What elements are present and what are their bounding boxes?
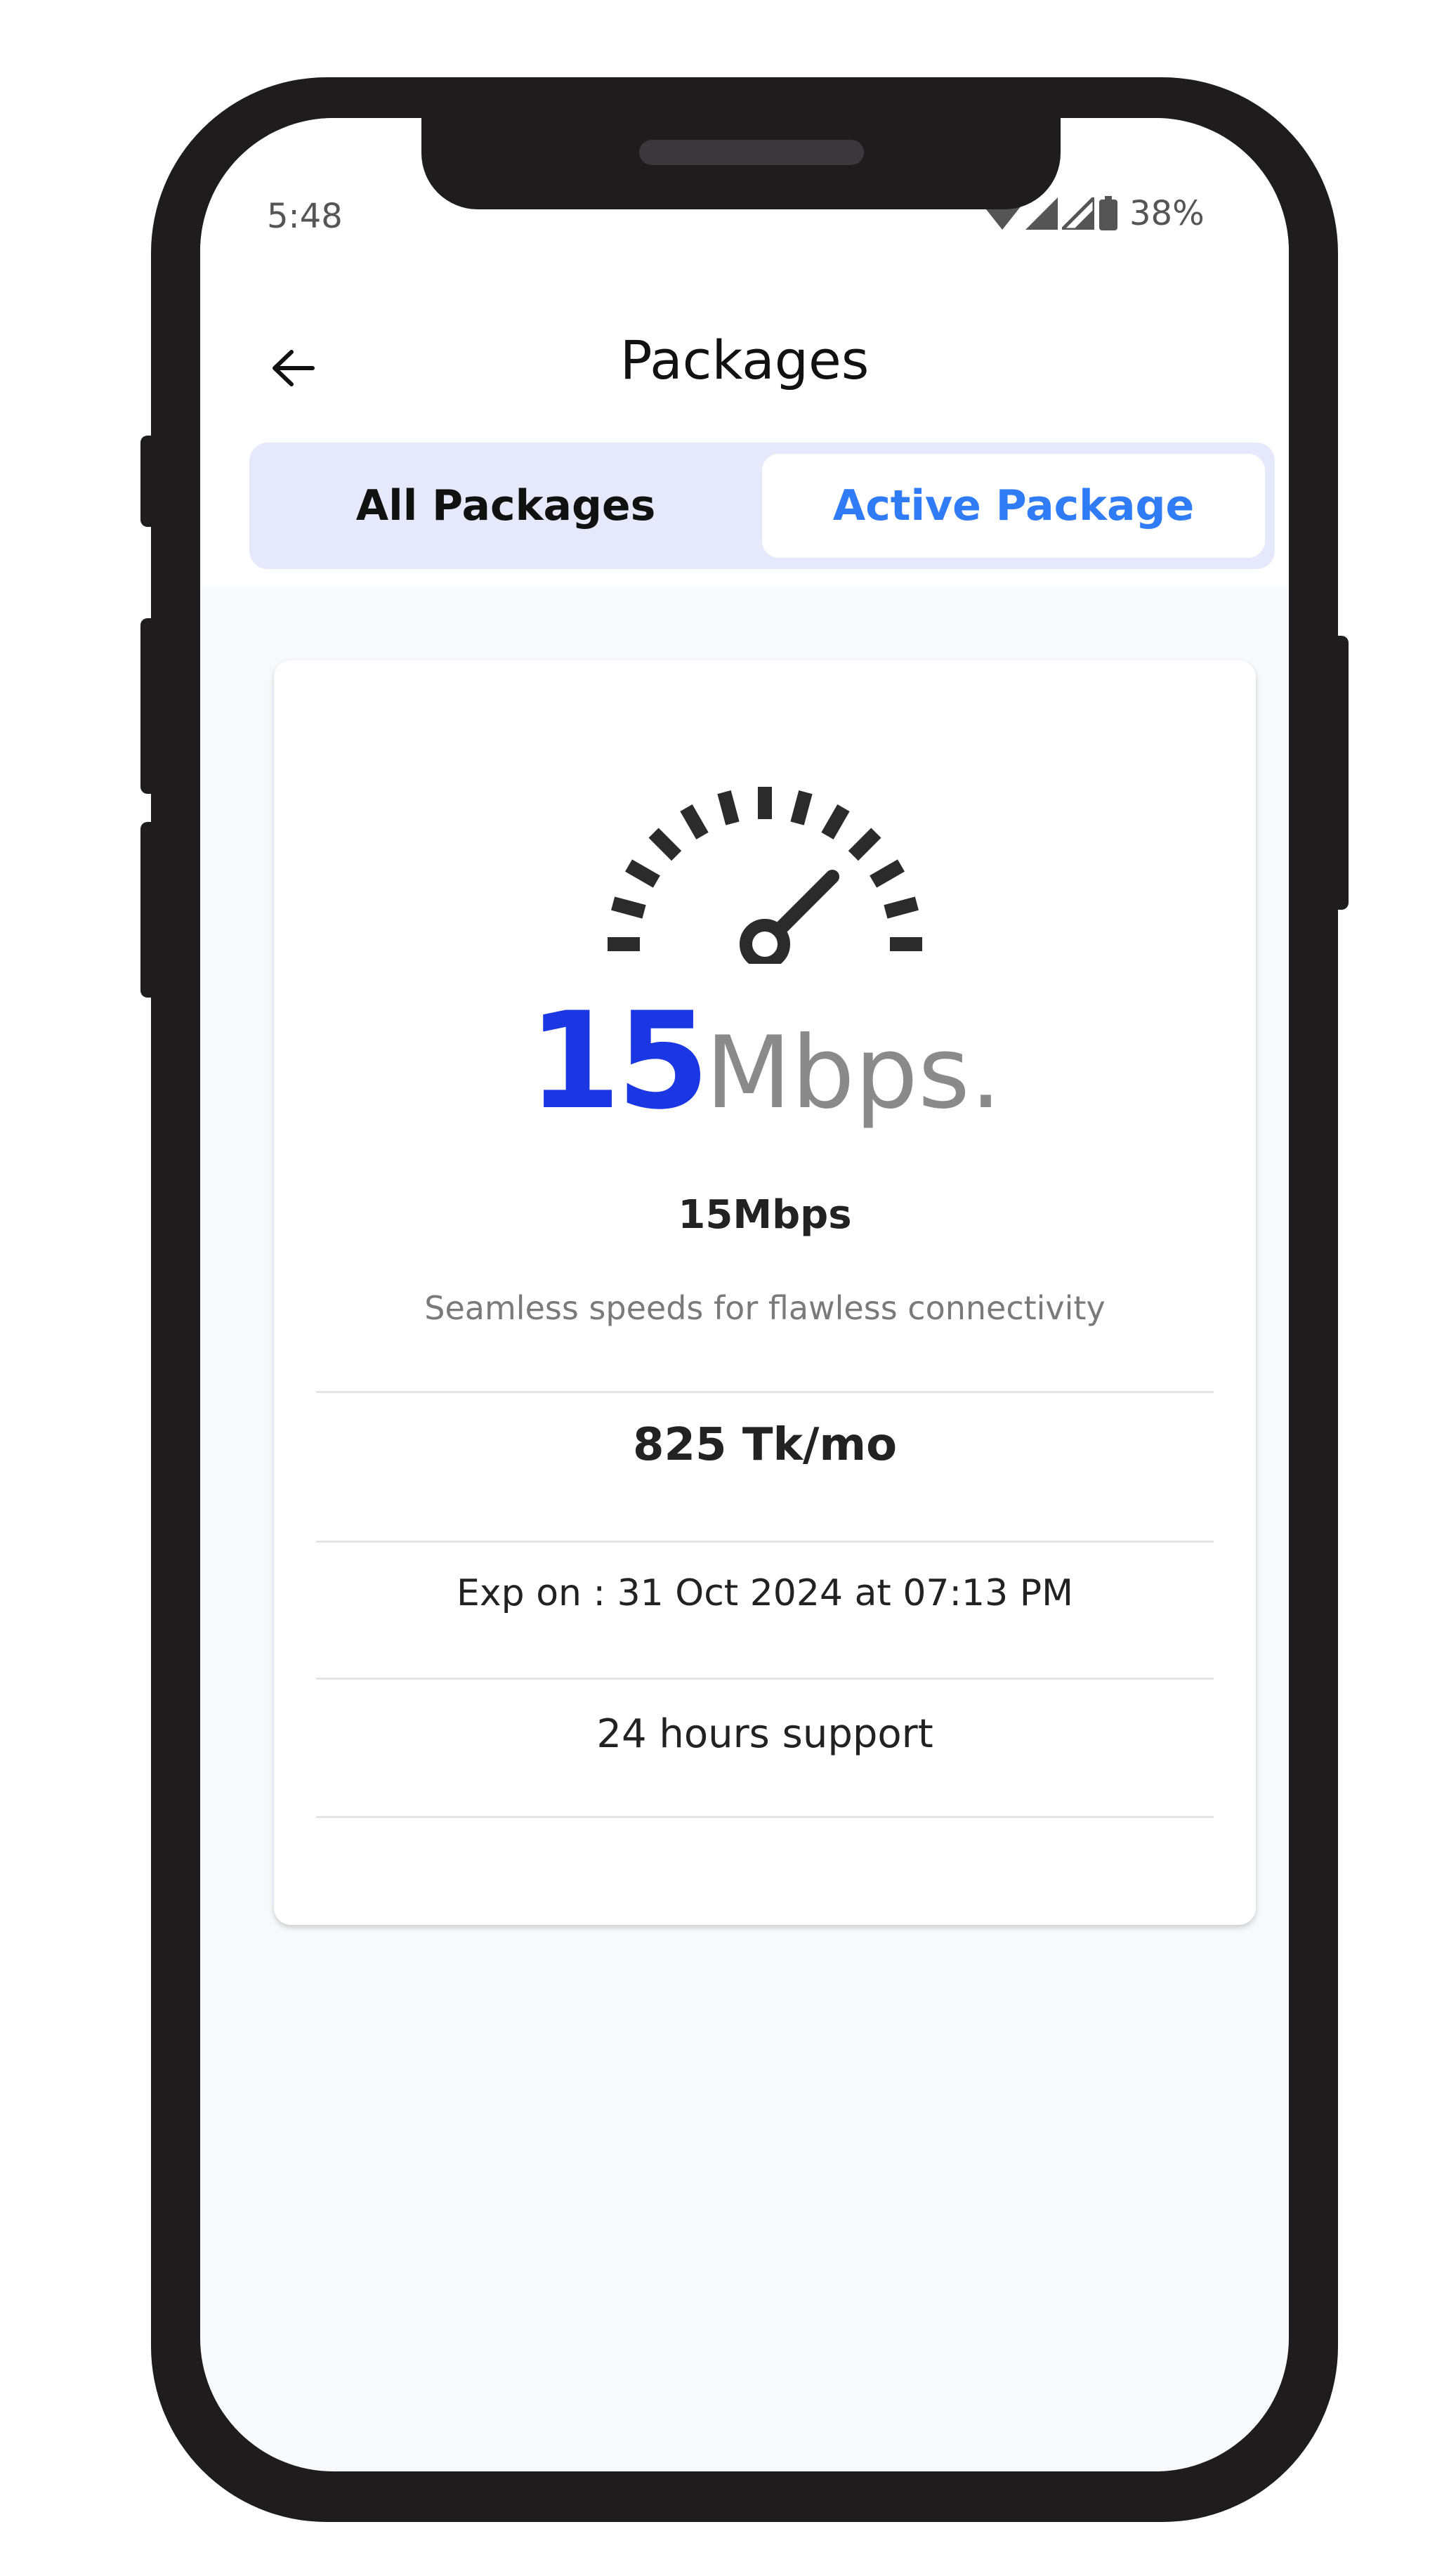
side-button — [140, 436, 162, 527]
battery-percentage: 38% — [1129, 194, 1205, 233]
side-button — [1327, 636, 1349, 910]
package-support: 24 hours support — [596, 1711, 933, 1757]
speed-unit: Mbps. — [705, 1015, 1002, 1131]
phone-screen: 5:48 38% Packages All Packages Active Pa… — [200, 118, 1289, 2471]
speedometer-tick — [758, 787, 772, 819]
divider — [316, 1391, 1214, 1393]
package-price: 825 Tk/mo — [632, 1419, 898, 1471]
battery-icon — [1099, 196, 1117, 230]
package-tabs: All Packages Active Package — [249, 443, 1275, 569]
speedometer-tick — [680, 804, 709, 839]
speedometer-tick — [870, 859, 905, 888]
speedometer-tick — [625, 859, 660, 888]
package-name: 15Mbps — [678, 1192, 852, 1238]
speedometer-tick — [890, 937, 922, 951]
camera-notch — [421, 118, 1061, 209]
speedometer-tick — [848, 828, 881, 861]
speaker-grille — [639, 140, 864, 165]
speedometer-tick — [884, 896, 919, 919]
speed-value: 15 — [527, 984, 709, 1139]
page-title: Packages — [619, 329, 870, 391]
speedometer-tick — [717, 790, 740, 825]
divider — [316, 1816, 1214, 1818]
header-area: 5:48 38% Packages All Packages Active Pa… — [200, 118, 1289, 587]
speedometer-tick — [821, 804, 850, 839]
speed-display: 15Mbps. — [274, 984, 1256, 1139]
divider — [316, 1678, 1214, 1680]
package-expiry: Exp on : 31 Oct 2024 at 07:13 PM — [457, 1572, 1073, 1614]
signal-icon — [1062, 197, 1094, 230]
speedometer-tick — [790, 790, 813, 825]
speedometer-tick — [608, 937, 640, 951]
divider — [316, 1541, 1214, 1543]
tab-all-packages[interactable]: All Packages — [249, 443, 762, 569]
package-card: 15Mbps. 15Mbps Seamless speeds for flawl… — [274, 660, 1256, 1925]
speedometer-tick — [611, 896, 646, 919]
speedometer-icon — [608, 787, 922, 964]
side-button — [140, 618, 162, 794]
status-time: 5:48 — [267, 197, 343, 236]
speedometer-tick — [648, 828, 682, 861]
package-description: Seamless speeds for flawless connectivit… — [424, 1289, 1106, 1327]
side-button — [140, 822, 162, 998]
tab-active-package[interactable]: Active Package — [762, 454, 1265, 558]
